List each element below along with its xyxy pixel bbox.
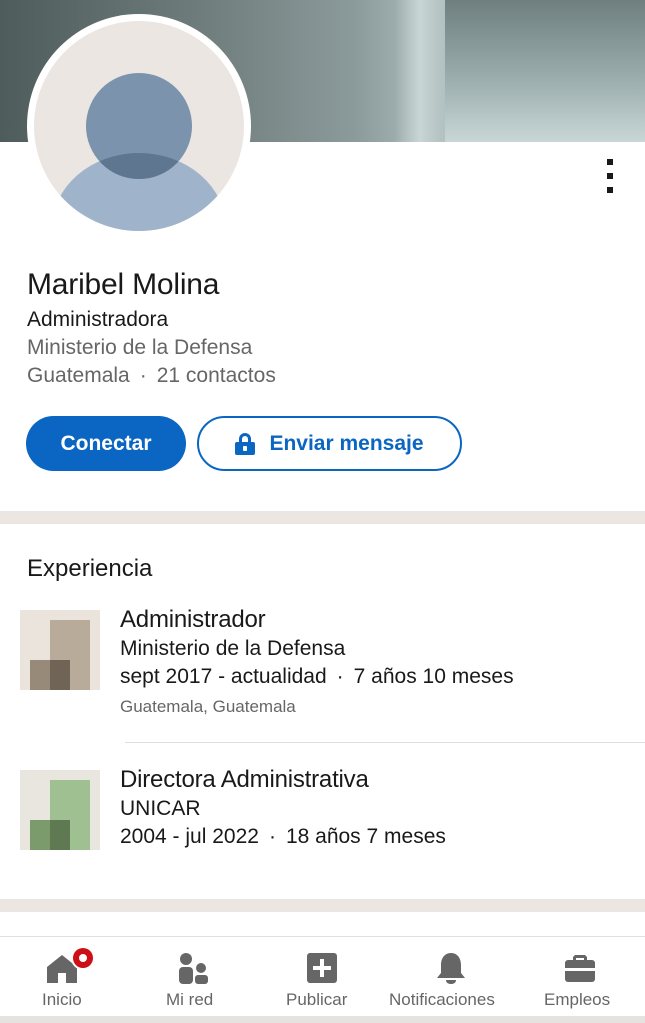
- profile-company: Ministerio de la Defensa: [27, 336, 253, 359]
- post-icon: [307, 953, 337, 983]
- nav-label-network: Mi red: [166, 990, 214, 1009]
- section-divider: [0, 511, 645, 524]
- company-logo[interactable]: [20, 770, 100, 850]
- nav-item-notifications[interactable]: Notificaciones: [385, 937, 519, 1017]
- nav-item-jobs[interactable]: Empleos: [530, 937, 630, 1017]
- profile-meta: Guatemala · 21 contactos: [27, 364, 276, 388]
- dates-separator: ·: [336, 665, 344, 688]
- send-message-button[interactable]: Enviar mensaje: [197, 416, 462, 471]
- bottom-navigation: Inicio Mi red Publicar Notificaciones Em…: [0, 936, 645, 1023]
- connect-button[interactable]: Conectar: [26, 416, 186, 471]
- experience-duration: 18 años 7 meses: [285, 825, 446, 848]
- dates-separator: ·: [268, 825, 276, 848]
- network-icon: [179, 953, 208, 984]
- experience-dates: sept 2017 - actualidad · 7 años 10 meses: [120, 665, 514, 689]
- experience-divider: [125, 742, 645, 743]
- meta-separator: ·: [139, 364, 147, 387]
- experience-company: Ministerio de la Defensa: [120, 637, 346, 660]
- profile-name: Maribel Molina: [27, 268, 220, 301]
- lock-icon: [235, 432, 256, 455]
- experience-date-range: 2004 - jul 2022: [120, 825, 259, 848]
- experience-company: UNICAR: [120, 797, 201, 820]
- experience-dates: 2004 - jul 2022 · 18 años 7 meses: [120, 825, 446, 849]
- experience-title[interactable]: Administrador: [120, 606, 266, 634]
- nav-item-network[interactable]: Mi red: [143, 937, 243, 1017]
- nav-label-jobs: Empleos: [544, 990, 611, 1009]
- profile-location: Guatemala: [27, 364, 130, 387]
- nav-item-post[interactable]: Publicar: [272, 937, 372, 1017]
- experience-date-range: sept 2017 - actualidad: [120, 665, 327, 688]
- nav-label-post: Publicar: [286, 990, 348, 1009]
- briefcase-icon: [565, 955, 595, 982]
- bell-icon: [437, 953, 465, 984]
- profile-connections[interactable]: 21 contactos: [157, 364, 276, 387]
- more-options-icon[interactable]: [596, 156, 624, 196]
- nav-label-notifications: Notificaciones: [389, 990, 495, 1009]
- nav-item-home[interactable]: Inicio: [14, 937, 114, 1017]
- profile-headline: Administradora: [27, 308, 169, 331]
- home-indicator-bar: [0, 1016, 645, 1023]
- experience-location: Guatemala, Guatemala: [120, 697, 296, 716]
- experience-title[interactable]: Directora Administrativa: [120, 766, 369, 794]
- cover-right-panel: [445, 0, 645, 142]
- experience-section-title: Experiencia: [27, 555, 153, 582]
- avatar[interactable]: [34, 21, 244, 231]
- cover-highlight: [395, 0, 445, 142]
- notification-badge-icon: [71, 946, 95, 970]
- nav-label-home: Inicio: [42, 990, 82, 1009]
- section-divider: [0, 899, 645, 912]
- company-logo[interactable]: [20, 610, 100, 690]
- send-message-label: Enviar mensaje: [269, 431, 424, 455]
- experience-duration: 7 años 10 meses: [353, 665, 514, 688]
